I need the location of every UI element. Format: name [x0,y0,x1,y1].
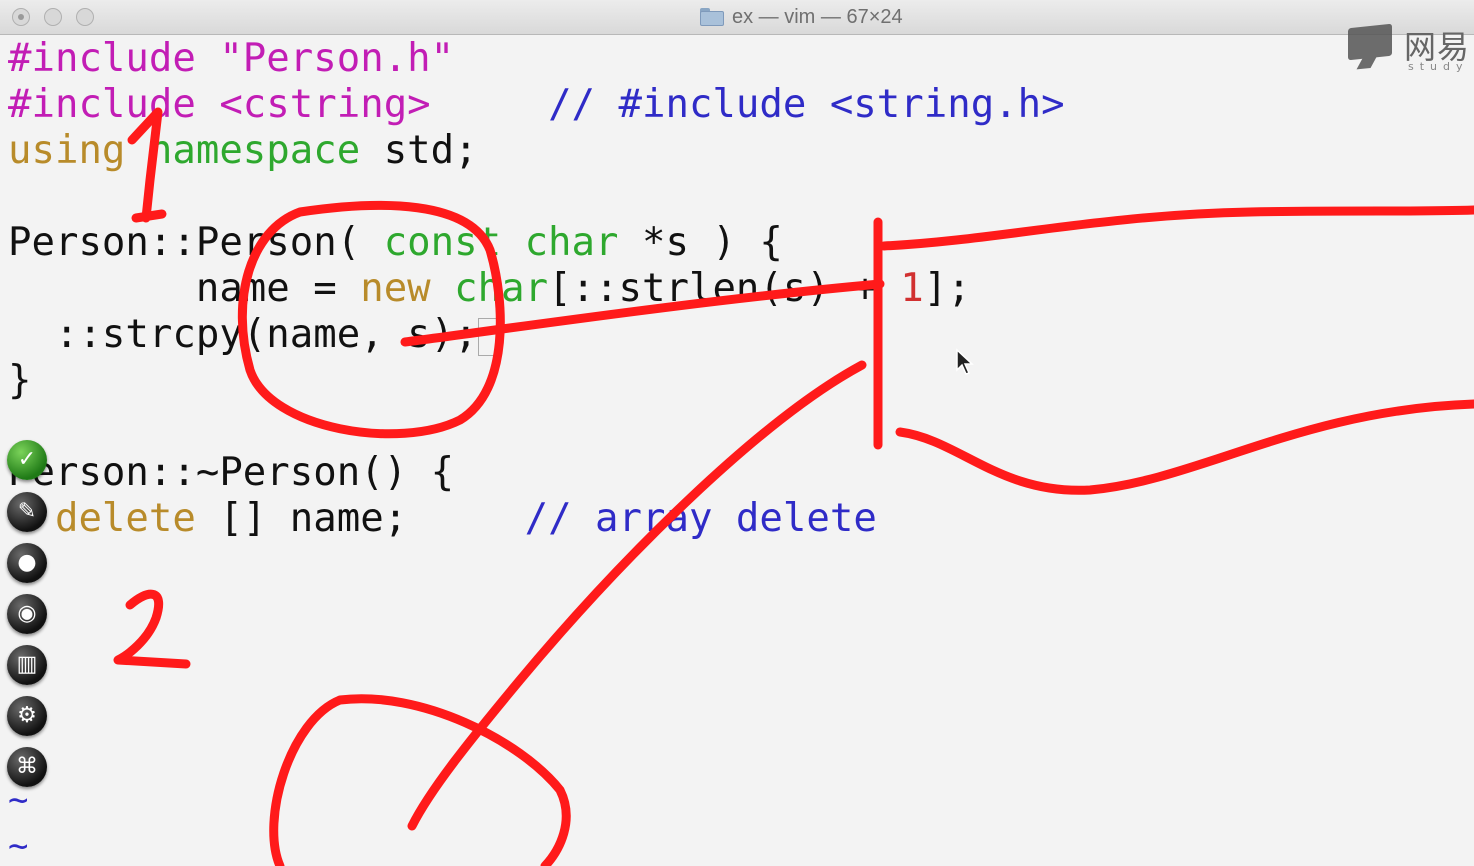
code-comment: // array delete [524,496,877,541]
preprocessor-directive: #include [8,36,196,81]
gear-icon[interactable]: ⚙ [7,696,47,736]
window-title-group: ex — vim — 67×24 [700,4,903,30]
code-line-10: Person::~Person() { [8,450,454,496]
code-text: *s ) { [641,220,783,265]
code-line-7: ::strcpy(name, s); [8,312,500,358]
eye-icon[interactable]: ◉ [7,594,47,634]
keyword-namespace: namespace [148,128,361,173]
drop-icon[interactable]: ● [7,543,47,583]
include-target: "Person.h" [219,36,455,81]
empty-line-tilde: ~ [8,826,29,866]
code-text: } [8,358,32,403]
title-bar: ex — vim — 67×24 [0,0,1474,35]
code-text: [] name; [219,496,408,541]
code-line-5: Person::Person( const char *s ) { [8,220,783,266]
code-text: ::strcpy(name, s); [54,312,478,357]
code-line-6: name = new char[::strlen(s) + 1]; [8,266,971,312]
number-literal: 1 [900,266,924,311]
code-line-2: #include <cstring> // #include <string.h… [8,82,1065,128]
code-line-1: #include "Person.h" [8,36,454,82]
command-icon[interactable]: ⌘ [7,747,47,787]
keyword-using: using [8,128,126,173]
include-target: <cstring> [219,82,431,127]
minimize-window-button[interactable] [44,8,62,26]
code-text: ]; [923,266,971,311]
check-icon[interactable]: ✓ [7,440,47,480]
code-text: [::strlen(s) + [548,266,901,311]
code-text: Person::~Person() { [8,450,455,495]
vim-editor[interactable]: #include "Person.h" #include <cstring> /… [0,34,1474,866]
keyword-new: new [360,266,431,311]
keyword-const: const [383,220,502,265]
trash-icon[interactable]: ▥ [7,645,47,685]
folder-icon [700,8,724,26]
code-text: name = [195,266,361,311]
close-window-button[interactable] [12,8,30,26]
code-line-3: using namespace std; [8,128,478,174]
keyword-delete: delete [54,496,196,541]
zoom-window-button[interactable] [76,8,94,26]
keyword-char: char [524,220,619,265]
code-comment: // #include <string.h> [548,82,1065,127]
code-text: Person::Person( [8,220,361,265]
code-line-11: delete [] name; // array delete [8,496,877,542]
pen-icon[interactable]: ✎ [7,492,47,532]
keyword-char: char [454,266,549,311]
code-text: std; [383,128,478,173]
text-cursor [477,317,500,356]
window-title: ex — vim — 67×24 [732,5,903,28]
preprocessor-directive: #include [8,82,196,127]
mouse-pointer-icon [956,348,974,375]
code-line-8: } [8,358,31,404]
